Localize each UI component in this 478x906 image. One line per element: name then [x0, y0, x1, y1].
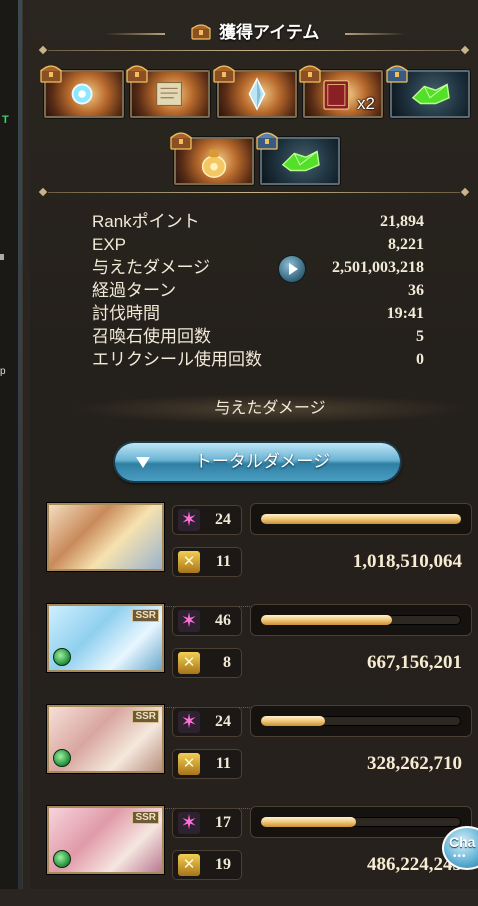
treasure-chest-icon — [213, 63, 235, 83]
damage-share-fill — [261, 716, 326, 726]
hits-count: 17 — [215, 814, 231, 831]
hits-count-badge: ✶ 46 — [172, 606, 242, 636]
character-portrait[interactable]: SSR — [47, 806, 164, 874]
battle-stats: Rankポイント 21,894 EXP 8,221 与えたダメージ 2,501,003… — [92, 210, 424, 371]
items-title: 獲得アイテム — [219, 23, 320, 42]
wind-element-icon — [53, 648, 71, 666]
character-portrait[interactable]: SSR — [47, 604, 164, 672]
blue-chest-icon — [386, 63, 408, 83]
ougi-count-badge: ✕ 19 — [172, 850, 242, 880]
ssr-badge: SSR — [132, 710, 159, 723]
sparkle-icon: ✶ — [178, 812, 200, 834]
total-damage-label: トータルダメージ — [194, 452, 331, 471]
sidebar-text-2: p — [0, 366, 6, 377]
stat-turns: 経過ターン 36 — [92, 279, 424, 302]
ssr-badge: SSR — [132, 811, 159, 824]
ougi-count: 11 — [215, 755, 231, 772]
damage-share-bar — [250, 503, 472, 535]
damage-share-bar — [250, 705, 472, 737]
chat-dots: ••• — [453, 851, 467, 862]
stat-value: 5 — [416, 328, 424, 345]
stat-label: エリクシール使用回数 — [92, 350, 262, 369]
ougi-count-badge: ✕ 11 — [172, 547, 242, 577]
hits-count: 46 — [215, 612, 231, 629]
blue-chest-icon — [256, 130, 278, 150]
hits-count-badge: ✶ 24 — [172, 505, 242, 535]
damage-share-bar — [250, 806, 472, 838]
treasure-chest-icon — [40, 63, 62, 83]
ougi-count: 8 — [223, 654, 231, 671]
damage-share-bar — [250, 604, 472, 636]
stat-damage: 与えたダメージ 2,501,003,218 — [92, 256, 424, 282]
stat-label: 召喚石使用回数 — [92, 327, 211, 346]
character-row: SSR ✶ 17 ✕ 19 486,224,243 — [38, 806, 472, 906]
wind-element-icon — [53, 749, 71, 767]
character-portrait[interactable] — [47, 503, 164, 571]
crossed-swords-icon: ✕ — [178, 854, 200, 876]
treasure-chest-icon — [299, 63, 321, 83]
stat-label: 討伐時間 — [92, 304, 160, 323]
sparkle-icon: ✶ — [178, 610, 200, 632]
crossed-swords-icon: ✕ — [178, 652, 200, 674]
ougi-count: 11 — [215, 553, 231, 570]
character-portrait[interactable]: SSR — [47, 705, 164, 773]
treasure-chest-icon — [170, 130, 192, 150]
item-quantity: x2 — [357, 94, 375, 113]
hits-count: 24 — [215, 713, 231, 730]
chat-label: Cha — [449, 834, 476, 850]
stat-label: EXP — [92, 235, 127, 254]
stat-elixir-uses: エリクシール使用回数 0 — [92, 348, 424, 371]
character-row: SSR ✶ 46 ✕ 8 667,156,201 — [38, 604, 472, 708]
total-damage-dropdown[interactable]: トータルダメージ — [115, 443, 400, 481]
stat-value: 2,501,003,218 — [332, 259, 424, 276]
stat-label: 与えたダメージ — [92, 258, 211, 277]
ssr-badge: SSR — [132, 609, 159, 622]
stat-summon-uses: 召喚石使用回数 5 — [92, 325, 424, 348]
sidebar-marker — [0, 254, 4, 260]
stat-value: 36 — [408, 282, 424, 299]
sparkle-icon: ✶ — [178, 509, 200, 531]
ougi-count-badge: ✕ 8 — [172, 648, 242, 678]
hits-count: 24 — [215, 511, 231, 528]
sparkle-icon: ✶ — [178, 711, 200, 733]
stat-value: 0 — [416, 351, 424, 368]
header-flourish-left — [105, 33, 165, 35]
character-row: ✶ 24 ✕ 11 1,018,510,064 — [38, 503, 472, 607]
stat-rank-points: Rankポイント 21,894 — [92, 210, 424, 233]
ougi-count-badge: ✕ 11 — [172, 749, 242, 779]
treasure-chest-icon — [126, 63, 148, 83]
sidebar-text: T — [2, 114, 9, 126]
character-damage: 667,156,201 — [367, 652, 462, 673]
character-row: SSR ✶ 24 ✕ 11 328,262,710 — [38, 705, 472, 809]
character-damage: 328,262,710 — [367, 753, 462, 774]
stat-exp: EXP 8,221 — [92, 233, 424, 256]
stat-time: 討伐時間 19:41 — [92, 302, 424, 325]
stat-value: 8,221 — [388, 236, 424, 253]
hits-count-badge: ✶ 24 — [172, 707, 242, 737]
stat-label: 経過ターン — [92, 281, 177, 300]
stat-value: 19:41 — [386, 305, 424, 322]
crossed-swords-icon: ✕ — [178, 551, 200, 573]
divider-top — [38, 45, 470, 56]
damage-share-fill — [261, 817, 357, 827]
character-damage: 1,018,510,064 — [352, 551, 462, 572]
left-sidebar-strip: T p — [0, 0, 23, 889]
damage-section-heading: 与えたダメージ — [70, 394, 470, 424]
hits-count-badge: ✶ 17 — [172, 808, 242, 838]
stat-label: Rankポイント — [92, 212, 200, 231]
wind-element-icon — [53, 850, 71, 868]
damage-share-fill — [261, 615, 392, 625]
ougi-count: 19 — [215, 856, 231, 873]
damage-share-fill — [261, 514, 461, 524]
stat-value: 21,894 — [380, 213, 424, 230]
divider-middle — [38, 187, 470, 198]
treasure-chest-icon — [191, 23, 211, 40]
header-flourish-right — [345, 33, 405, 35]
crossed-swords-icon: ✕ — [178, 753, 200, 775]
scrollbar[interactable] — [18, 0, 22, 889]
